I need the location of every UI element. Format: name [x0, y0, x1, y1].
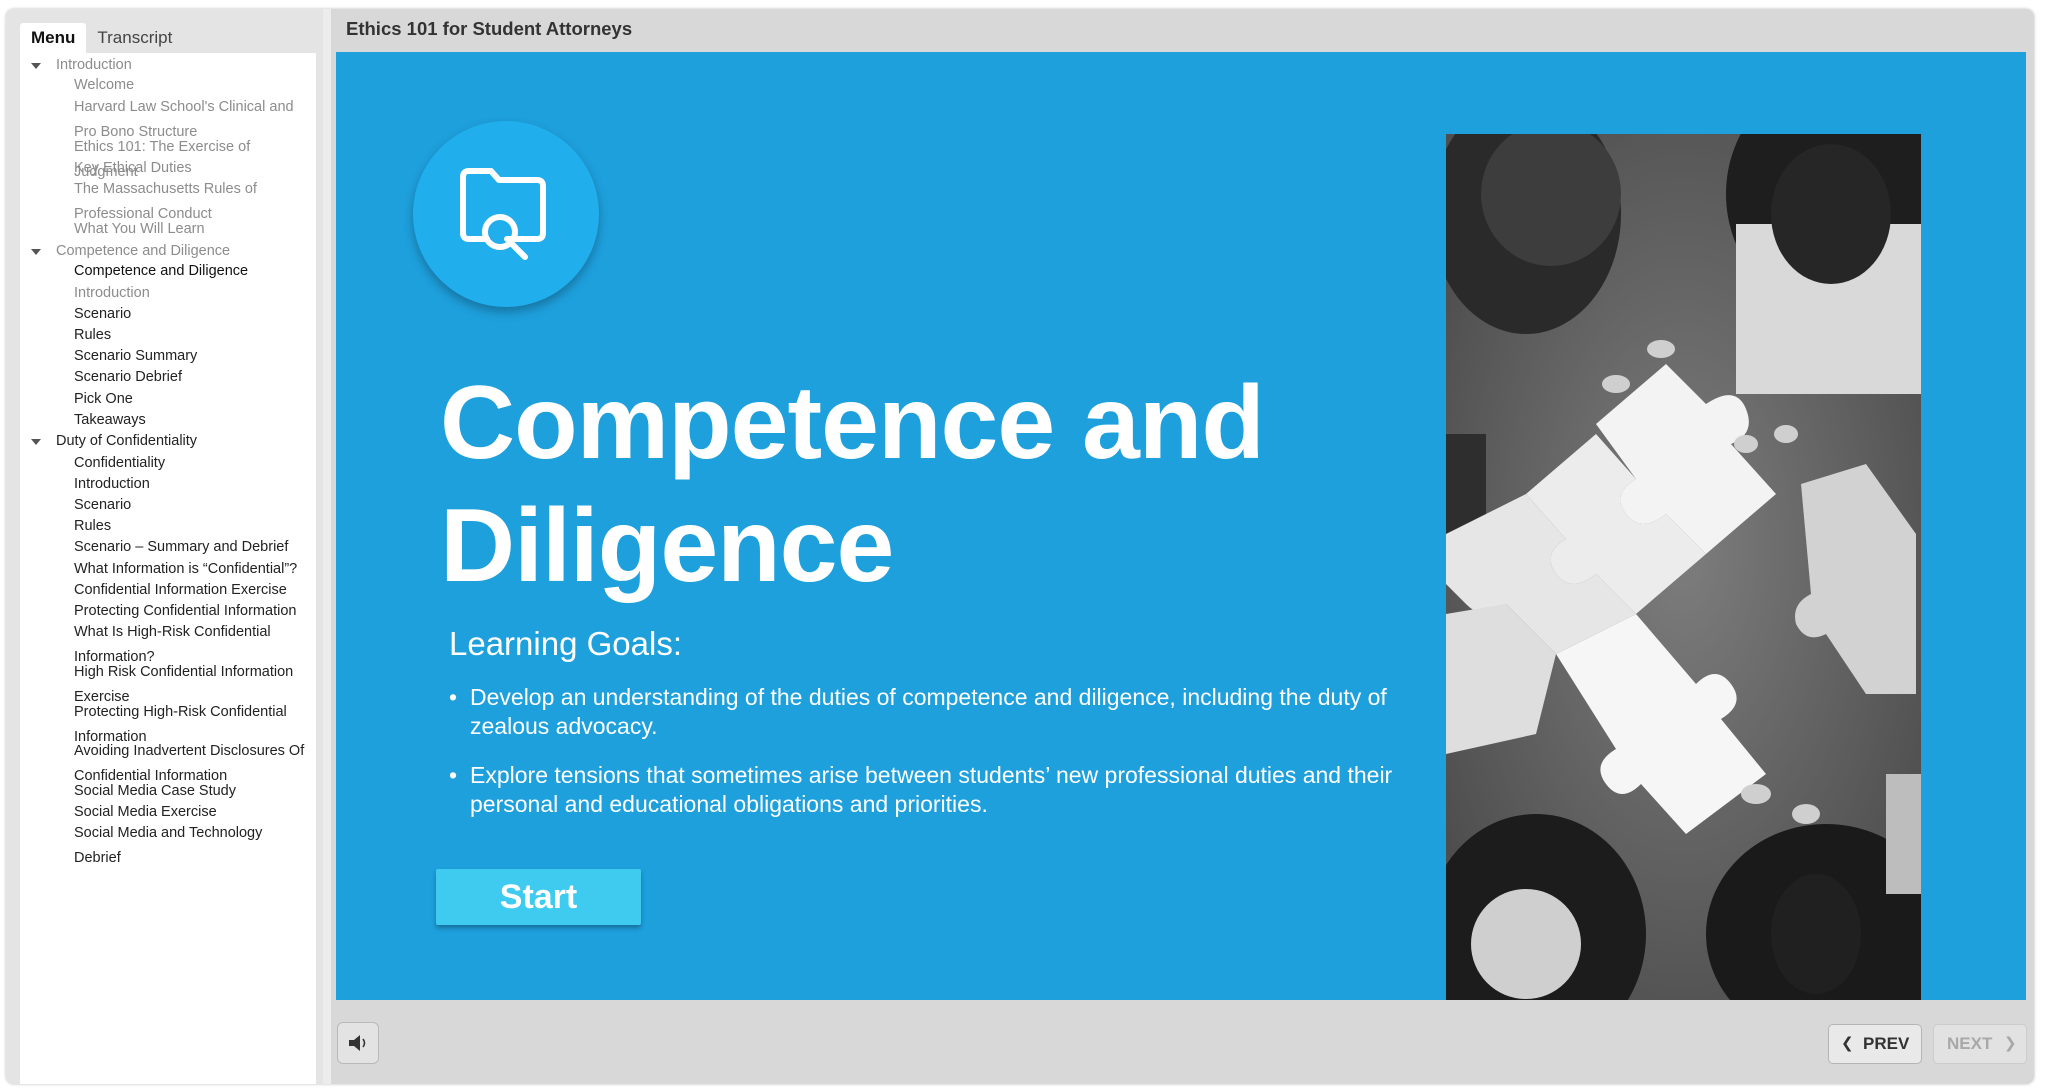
slide-title: Competence and Diligence [440, 365, 1265, 604]
bullet-dot: • [449, 684, 458, 710]
slide-canvas: Competence and Diligence Learning Goals:… [336, 52, 2026, 1000]
next-button-label: NEXT [1947, 1034, 1993, 1053]
course-title: Ethics 101 for Student Attorneys [346, 18, 633, 39]
learning-goal-text: Explore tensions that sometimes arise be… [470, 762, 1393, 817]
sidebar-tabs: Menu Transcript [20, 23, 183, 53]
chevron-left-icon: ❮ [1841, 1035, 1854, 1052]
caret-down-icon[interactable] [31, 439, 41, 445]
puzzle-team-photo [1446, 134, 1921, 1000]
player-window: Menu Transcript Introduction Welcome Harva… [6, 9, 2034, 1084]
bullet-dot: • [449, 762, 458, 788]
folder-search-icon [413, 121, 599, 307]
tab-transcript[interactable]: Transcript [86, 23, 183, 53]
learning-goals-heading: Learning Goals: [449, 625, 682, 662]
menu-item-label: Social Media and Technology Debrief [74, 825, 263, 866]
audio-toggle-button[interactable] [337, 1022, 379, 1064]
caret-down-icon[interactable] [31, 249, 41, 255]
sidebar-divider[interactable] [323, 9, 331, 1084]
chevron-right-icon: ❯ [2004, 1035, 2017, 1052]
speaker-icon [349, 1035, 366, 1051]
next-button[interactable]: NEXT ❯ [1933, 1024, 2027, 1064]
menu-panel[interactable]: Introduction Welcome Harvard Law School's … [20, 53, 316, 1084]
caret-down-icon[interactable] [31, 63, 41, 69]
prev-button-label: PREV [1863, 1034, 1910, 1053]
learning-goal-text: Develop an understanding of the duties o… [470, 684, 1387, 739]
prev-button[interactable]: ❮ PREV [1828, 1024, 1922, 1064]
start-button[interactable]: Start [436, 869, 641, 925]
sidebar: Menu Transcript Introduction Welcome Harva… [6, 9, 323, 1084]
tab-menu[interactable]: Menu [20, 23, 87, 53]
